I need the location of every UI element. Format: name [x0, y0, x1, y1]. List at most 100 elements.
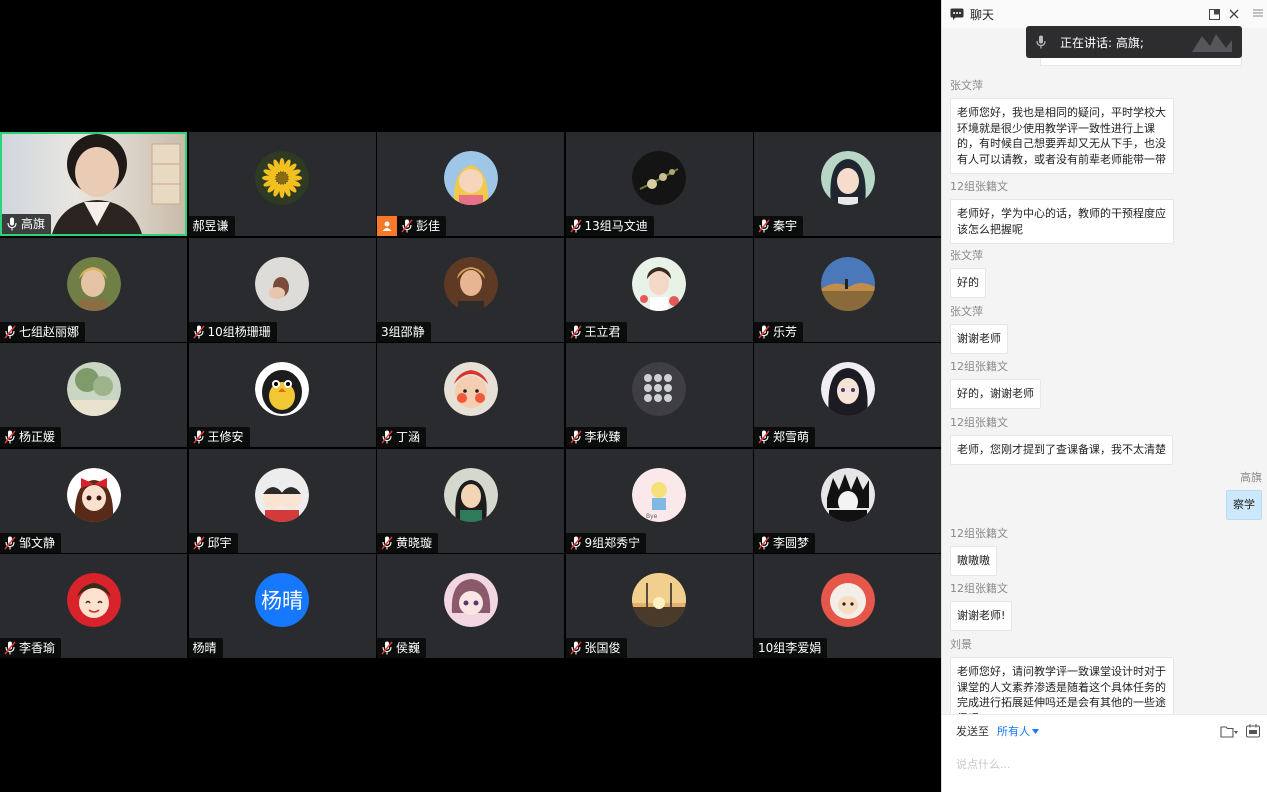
participant-tile[interactable]: 彭佳	[377, 132, 564, 236]
participant-tile[interactable]: 高旗	[0, 132, 187, 236]
message-bubble: 好的，谢谢老师	[950, 379, 1041, 409]
message-sender: 张文萍	[950, 305, 983, 318]
avatar	[632, 573, 686, 627]
avatar	[632, 256, 686, 311]
participant-name-tag: 张国俊	[565, 638, 627, 658]
participant-name-tag: 李圆梦	[754, 532, 816, 553]
announcement-icon[interactable]	[1246, 723, 1260, 742]
send-target-dropdown[interactable]: 所有人	[997, 723, 1039, 739]
participant-tile[interactable]: 侯巍	[377, 554, 564, 658]
participant-tile[interactable]: 王修安	[188, 343, 376, 447]
avatar: 杨晴	[255, 573, 309, 627]
participant-name: 杨晴	[192, 641, 217, 655]
participant-tile[interactable]: 10组李爱娟	[754, 554, 941, 658]
participant-tile[interactable]: 丁涵	[377, 343, 564, 447]
chat-icon	[950, 8, 964, 20]
participant-tile[interactable]: 郑雪萌	[754, 343, 941, 447]
participant-name-tag: 黄晓璇	[377, 532, 439, 553]
participant-tile[interactable]: 王立君	[565, 237, 753, 342]
participant-tile[interactable]: 3组邵静	[377, 237, 564, 342]
avatar	[820, 467, 875, 522]
chat-message: 刘景 老师您好，请问教学评一致课堂设计时对于课堂的人文素养渗透是随着这个具体任务…	[950, 636, 1174, 714]
participant-tile[interactable]: 张国俊	[565, 554, 753, 658]
message-sender: 刘景	[950, 638, 972, 651]
avatar	[255, 256, 309, 311]
participant-name-tag: 侯巍	[377, 638, 427, 658]
participant-tile[interactable]: 李秋臻	[565, 343, 753, 447]
participant-tile[interactable]: 黄晓璇	[377, 448, 564, 553]
participant-name: 侯巍	[396, 641, 421, 655]
video-area: 高旗 郝昱谦 彭佳 13组马文迪 秦宇 七组赵丽娜 10组杨珊珊 3组邵静 王立…	[0, 0, 941, 792]
message-sender: 12组张籍文	[950, 527, 1008, 540]
mic-icon	[7, 217, 17, 231]
avatar	[820, 362, 875, 416]
participant-tile[interactable]: 邹文静	[0, 448, 187, 553]
message-bubble: 老师您好，我也是相同的疑问，平时学校大环境就是很少使用教学评一致性进行上课的，有…	[950, 98, 1174, 174]
participant-name-tag: 邹文静	[0, 532, 62, 553]
message-sender: 12组张籍文	[950, 360, 1008, 373]
participant-tile[interactable]: 李香瑜	[0, 554, 187, 658]
chat-input[interactable]	[956, 745, 1256, 783]
participant-tile[interactable]: 李圆梦	[754, 448, 941, 553]
participant-tile[interactable]: 杨晴 杨晴	[188, 554, 376, 658]
participant-tile[interactable]: 10组杨珊珊	[188, 237, 376, 342]
avatar	[820, 573, 875, 627]
message-bubble: 好的	[950, 268, 986, 298]
participant-name-tag: 乐芳	[754, 321, 804, 342]
participant-name-tag: 10组杨珊珊	[188, 321, 277, 342]
participant-name: 张国俊	[584, 641, 621, 655]
mic-muted-icon	[4, 430, 16, 444]
avatar	[632, 362, 686, 416]
send-to-label: 发送至	[956, 725, 989, 738]
file-icon[interactable]	[1220, 723, 1238, 742]
participant-tile[interactable]: 郝昱谦	[188, 132, 376, 236]
chat-message-list[interactable]: 张文萍 老师您好，我也是相同的疑问，平时学校大环境就是很少使用教学评一致性进行上…	[942, 28, 1267, 714]
mic-muted-icon	[569, 219, 582, 233]
mic-muted-icon	[192, 430, 205, 444]
participant-name-tag: 李秋臻	[565, 427, 627, 447]
participant-name-tag: 杨正媛	[0, 427, 62, 447]
avatar	[443, 467, 498, 522]
participant-name: 彭佳	[416, 219, 441, 233]
chat-message: 12组张籍文 老师好，学为中心的话，教师的干预程度应该怎么把握呢	[950, 178, 1174, 244]
chevron-down-icon	[1032, 728, 1039, 734]
mic-muted-icon	[569, 641, 582, 655]
message-bubble: 老师您好，请问教学评一致课堂设计时对于课堂的人文素养渗透是随着这个具体任务的完成…	[950, 657, 1174, 714]
chat-panel: 聊天 张文萍 老师您好，我也是相同的疑问，平时学校大环境就是很少使用教学评一致性…	[941, 0, 1267, 792]
participant-tile[interactable]: 七组赵丽娜	[0, 237, 187, 342]
participant-name: 丁涵	[396, 430, 421, 444]
message-sender: 12组张籍文	[950, 416, 1008, 429]
participant-name: 高旗	[21, 217, 46, 231]
participant-tile[interactable]: 13组马文迪	[565, 132, 753, 236]
mic-muted-icon	[381, 536, 393, 549]
participant-grid: 高旗 郝昱谦 彭佳 13组马文迪 秦宇 七组赵丽娜 10组杨珊珊 3组邵静 王立…	[0, 132, 941, 659]
participant-tile[interactable]: 邱宇	[188, 448, 376, 553]
chat-message: 12组张籍文 好的，谢谢老师	[950, 358, 1041, 409]
avatar: Bye	[632, 467, 686, 522]
participant-name-tag: 王立君	[565, 321, 627, 342]
participant-name: 邹文静	[19, 535, 56, 550]
participant-name-tag: 七组赵丽娜	[0, 321, 86, 342]
chat-message: 12组张籍文 嗷嗷嗷	[950, 525, 1008, 576]
mic-icon	[1036, 35, 1046, 49]
mic-muted-icon	[381, 430, 393, 444]
mic-muted-icon	[192, 536, 205, 549]
chat-message: 张文萍 谢谢老师	[950, 303, 1008, 354]
popout-icon[interactable]	[1207, 7, 1221, 21]
participant-name-tag: 王修安	[188, 427, 250, 447]
chat-message: 张文萍 好的	[950, 247, 986, 298]
participant-name-tag: 彭佳	[397, 216, 447, 236]
close-icon[interactable]	[1227, 7, 1241, 21]
participant-tile[interactable]: 乐芳	[754, 237, 941, 342]
participant-name: 杨正媛	[19, 430, 56, 444]
meeting-window: 高旗 郝昱谦 彭佳 13组马文迪 秦宇 七组赵丽娜 10组杨珊珊 3组邵静 王立…	[0, 0, 1267, 792]
participant-tile[interactable]: Bye 9组郑秀宁	[565, 448, 753, 553]
menu-icon[interactable]	[1251, 6, 1265, 20]
avatar	[66, 573, 121, 627]
participant-tile[interactable]: 杨正媛	[0, 343, 187, 447]
participant-tile[interactable]: 秦宇	[754, 132, 941, 236]
message-sender: 12组张籍文	[950, 180, 1008, 193]
message-sender: 高旗	[1240, 471, 1262, 484]
avatar	[443, 573, 498, 627]
participant-name: 10组李爱娟	[758, 641, 822, 655]
